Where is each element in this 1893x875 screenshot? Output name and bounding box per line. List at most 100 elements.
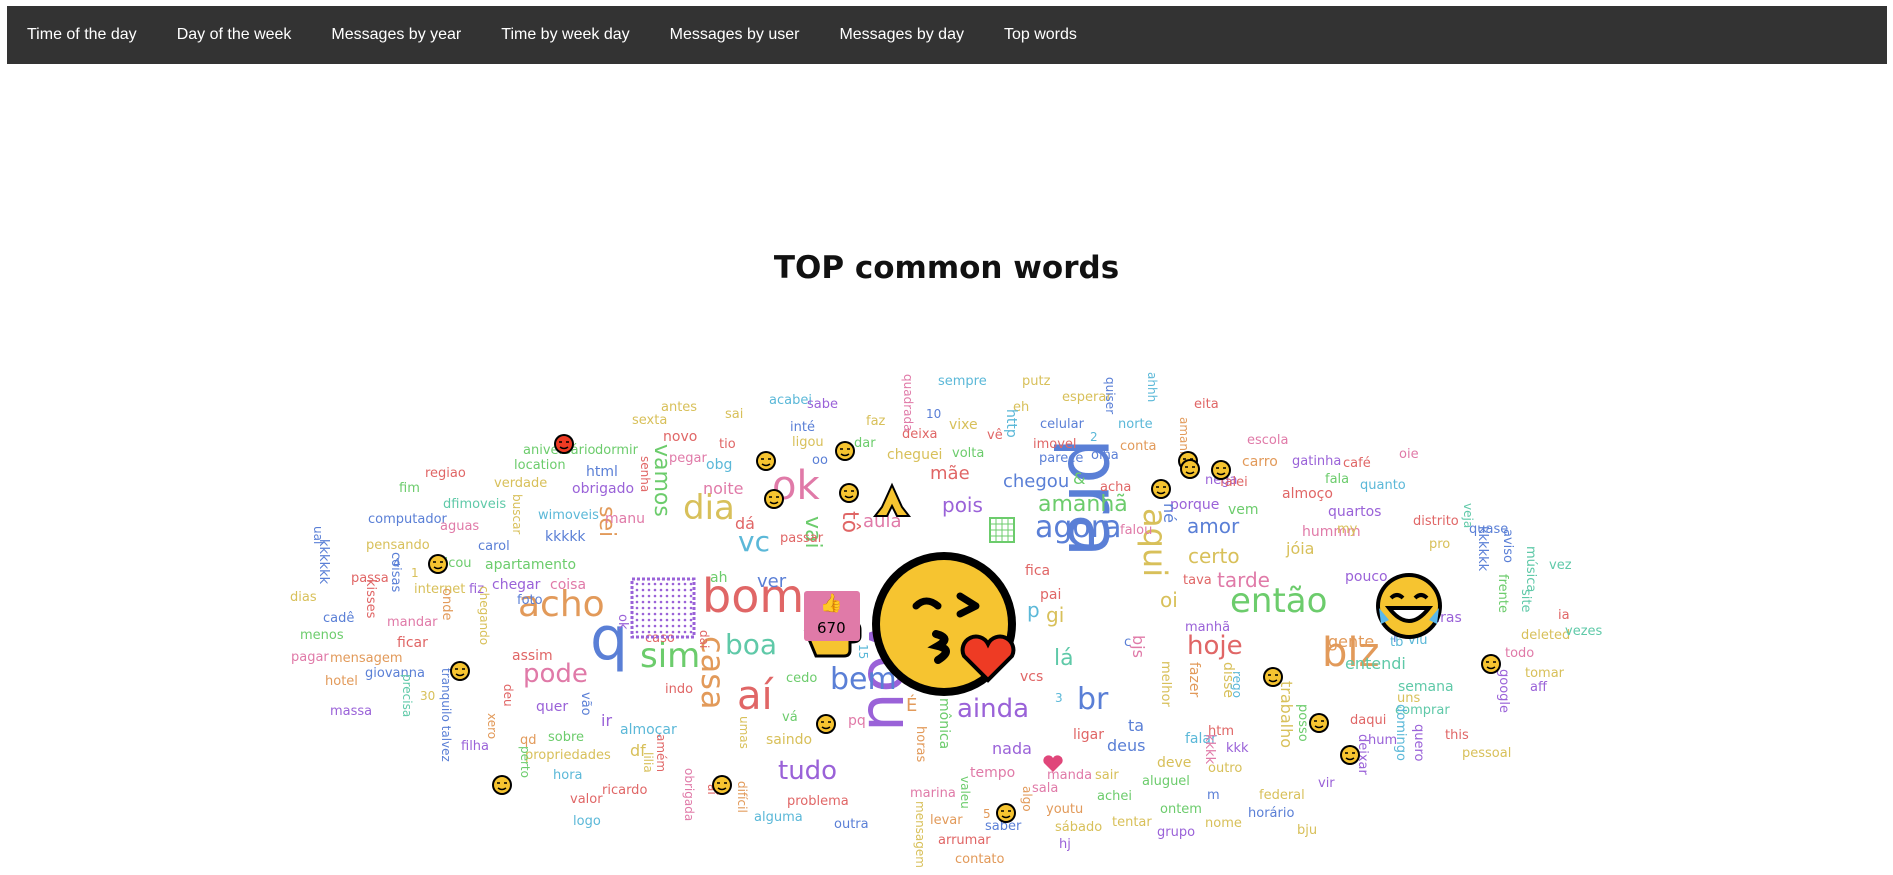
cloud-word: aluguel xyxy=(1142,773,1190,789)
cloud-word: bjs xyxy=(1129,635,1149,658)
cloud-word: tudo xyxy=(778,755,838,786)
cloud-word: kkkk xyxy=(1201,734,1217,765)
cloud-word: chegar xyxy=(492,577,541,594)
cloud-word: imovel xyxy=(1033,436,1077,452)
cloud-word: aviso xyxy=(1499,529,1515,563)
cloud-word: deleted xyxy=(1521,627,1571,643)
cloud-word: m xyxy=(1207,787,1220,803)
cloud-word: ta xyxy=(1128,716,1145,736)
small-face-emoji xyxy=(554,434,574,454)
cloud-word: lilia xyxy=(640,752,655,773)
cloud-word: vê xyxy=(987,427,1003,443)
cloud-word: parece xyxy=(1039,450,1084,466)
cloud-word: quiser xyxy=(1102,377,1117,415)
cloud-word: deu xyxy=(500,684,515,707)
cloud-word: vão xyxy=(577,692,593,716)
cloud-word: domingo xyxy=(1392,704,1408,761)
cloud-word: marina xyxy=(910,785,956,801)
folded-hands-emoji xyxy=(872,482,912,517)
small-face-emoji xyxy=(835,441,855,461)
small-face-emoji xyxy=(428,554,448,574)
cloud-word: quadrada xyxy=(900,374,915,432)
cloud-word: manhã xyxy=(1185,619,1231,635)
cloud-word: aff xyxy=(1530,679,1547,695)
cloud-word: aí xyxy=(737,673,773,719)
cloud-word: mãe xyxy=(930,462,970,484)
cloud-word: massa xyxy=(330,703,373,719)
small-face-emoji xyxy=(839,483,859,503)
cloud-word: ricardo xyxy=(602,782,648,798)
cloud-word: carro xyxy=(1242,454,1278,471)
cloud-word: entendi xyxy=(1345,654,1406,674)
cloud-word: menos xyxy=(300,627,344,643)
cloud-word: ontem xyxy=(1160,801,1202,817)
cloud-word: vez xyxy=(1549,557,1572,573)
cloud-word: né xyxy=(1160,503,1180,523)
cloud-word: contato xyxy=(955,851,1005,867)
small-face-emoji xyxy=(1151,479,1171,499)
cloud-word: dias xyxy=(290,589,317,605)
cloud-word: posso xyxy=(1294,704,1310,742)
cloud-word: obrigado xyxy=(572,481,635,498)
cloud-word: nome xyxy=(1205,815,1242,831)
cloud-word: tarde xyxy=(1217,568,1270,592)
cloud-word: chegando xyxy=(476,586,491,646)
cloud-word: amor xyxy=(1187,514,1240,538)
cloud-word: sempre xyxy=(938,373,987,389)
cloud-word: obg xyxy=(706,457,733,474)
cloud-word: aguas xyxy=(440,518,480,534)
cloud-word: vezes xyxy=(1565,623,1603,639)
small-face-emoji xyxy=(1211,460,1231,480)
cloud-word: ia xyxy=(1558,607,1570,623)
cloud-word: quartos xyxy=(1328,504,1382,521)
cloud-word: oo xyxy=(812,452,828,468)
heart-icon xyxy=(1043,755,1063,772)
cloud-word: horas xyxy=(912,726,928,763)
small-face-emoji xyxy=(816,714,836,734)
cloud-word: kkkkk xyxy=(545,529,586,546)
small-face-emoji xyxy=(1263,667,1283,687)
cloud-word: saindo xyxy=(766,732,813,749)
cloud-word: outra xyxy=(834,816,869,832)
cloud-word: valeu xyxy=(957,776,972,809)
cloud-word: coisa xyxy=(550,577,587,594)
cloud-word: dormir xyxy=(595,442,638,458)
cloud-word: sabe xyxy=(807,396,838,412)
cloud-word: pro xyxy=(1429,536,1451,552)
cloud-word: ligou xyxy=(792,434,824,450)
cloud-word: mandar xyxy=(387,614,438,630)
small-face-emoji xyxy=(1180,459,1200,479)
cloud-word: perto xyxy=(517,746,532,778)
cloud-word: & xyxy=(1073,469,1086,489)
cloud-word: tranquilo talvez xyxy=(438,668,453,762)
cloud-word: pq xyxy=(848,713,866,730)
cloud-word: problema xyxy=(787,793,849,809)
cloud-word: antes xyxy=(661,399,698,415)
cloud-word: buscar xyxy=(509,494,524,535)
cloud-word: ficar xyxy=(397,635,428,652)
cloud-word: música xyxy=(1522,546,1538,593)
cloud-word: levar xyxy=(930,812,963,828)
cloud-word: certo xyxy=(1188,544,1240,568)
cloud-word: tio xyxy=(719,436,736,452)
cloud-word: tô xyxy=(836,511,862,534)
cloud-word: tentar xyxy=(1112,814,1152,830)
cloud-word: dai xyxy=(696,630,711,649)
cloud-word: almoço xyxy=(1282,486,1333,503)
cloud-word: fazer xyxy=(1185,662,1202,698)
cloud-word: algo xyxy=(1019,786,1034,812)
cloud-word: novo xyxy=(663,429,698,446)
cloud-word: qd xyxy=(520,732,537,748)
cloud-word: deus xyxy=(1107,736,1146,756)
small-face-emoji xyxy=(1481,654,1501,674)
cloud-word: almoçar xyxy=(620,722,677,739)
dotted-square-icon xyxy=(630,577,696,639)
cloud-word: 10 xyxy=(926,406,942,421)
cloud-word: wimoveis xyxy=(538,507,599,523)
cloud-word: veja xyxy=(1460,503,1475,529)
cloud-word: fim xyxy=(399,480,420,496)
cloud-word: grupo xyxy=(1157,824,1196,840)
cloud-word: ok xyxy=(614,614,630,630)
cloud-word: vá xyxy=(782,709,798,725)
cloud-word: filha xyxy=(461,738,490,754)
